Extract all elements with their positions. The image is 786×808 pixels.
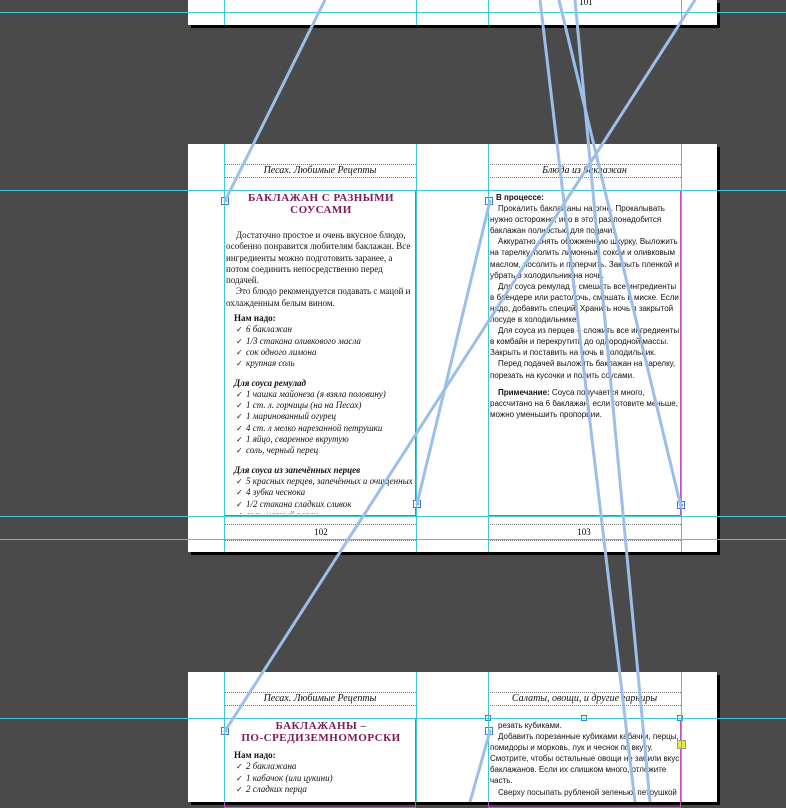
thread-line <box>223 0 697 733</box>
thread-line <box>223 0 327 203</box>
thread-line <box>557 0 683 509</box>
thread-line <box>468 729 492 802</box>
text-threads <box>223 0 697 802</box>
thread-line <box>415 199 492 506</box>
